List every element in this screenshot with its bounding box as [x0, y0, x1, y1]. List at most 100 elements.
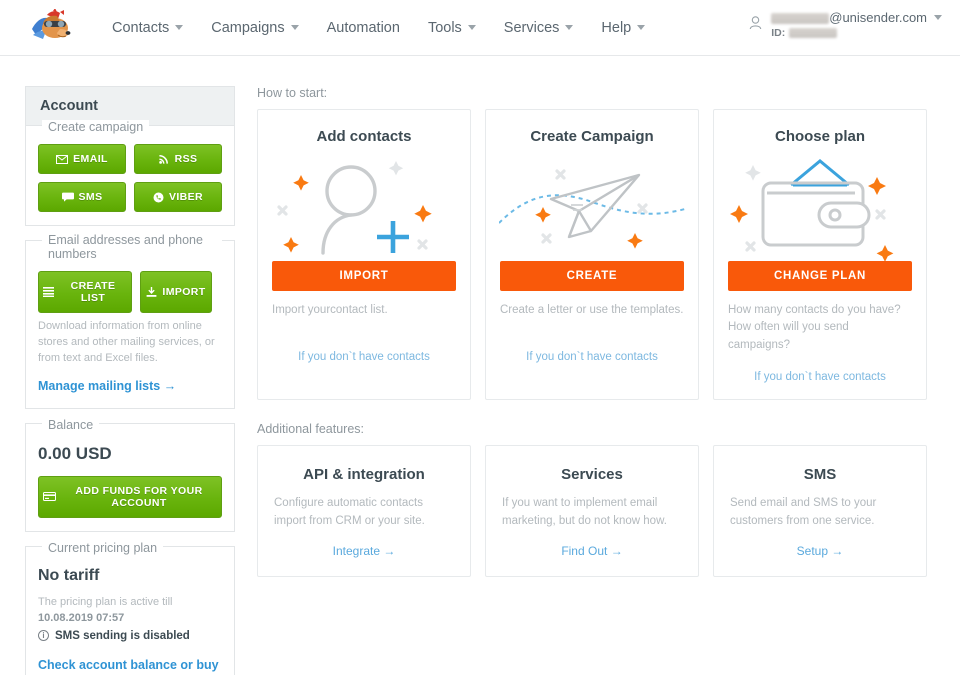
add-funds-label: ADD FUNDS FOR YOUR ACCOUNT [75, 484, 203, 509]
nav-item-automation[interactable]: Automation [313, 14, 414, 42]
card-sms-link-label: Setup [796, 544, 828, 559]
account-email-masked: pabulipch [771, 13, 830, 25]
account-id: ID: 5082405 [771, 27, 942, 39]
chat-bubble-icon [61, 192, 74, 202]
contacts-section: Email addresses and phone numbers CREATE… [25, 233, 235, 409]
card-choose-plan-title: Choose plan [774, 128, 865, 145]
contacts-legend: Email addresses and phone numbers [42, 233, 222, 261]
additional-features-label: Additional features: [257, 421, 365, 436]
arrow-right-icon: → [383, 544, 396, 559]
check-balance-label: Check account balance or buy credit [38, 657, 219, 672]
create-viber-campaign-label: VIBER [168, 191, 204, 203]
viber-icon [153, 192, 164, 203]
how-to-start-label: How to start: [257, 86, 328, 100]
pricing-plan-legend: Current pricing plan [42, 540, 164, 555]
account-email: pabulipch@unisender.com [771, 10, 942, 25]
import-contacts-label: IMPORT [162, 286, 206, 298]
create-email-campaign-button[interactable]: EMAIL [38, 144, 126, 174]
card-choose-plan-description: How many contacts do you have? How often… [728, 304, 901, 351]
card-create-campaign-link[interactable]: If you don`t have contacts [526, 351, 658, 363]
nav-item-campaigns[interactable]: Campaigns [197, 14, 312, 42]
card-create-campaign-title: Create Campaign [530, 128, 654, 145]
pricing-plan-section: Current pricing plan No tariff The prici… [25, 540, 235, 675]
nav-label-automation: Automation [326, 19, 400, 36]
account-menu[interactable]: pabulipch@unisender.com ID: 5082405 [749, 10, 942, 39]
campaign-button-row-2: SMS VIBER [38, 182, 222, 212]
card-sms-description: Send email and SMS to your customers fro… [730, 496, 877, 527]
chevron-down-icon [565, 25, 574, 30]
change-plan-cta-button[interactable]: CHANGE PLAN [728, 261, 912, 291]
nav-label-contacts: Contacts [112, 19, 170, 36]
chevron-down-icon [290, 25, 299, 30]
import-contacts-button[interactable]: IMPORT [140, 271, 212, 313]
pricing-plan-name: No tariff [38, 566, 100, 584]
sidebar: Account Create campaign EMAIL RSS SMS VI… [25, 86, 235, 675]
card-api-integration-description: Configure automatic contacts import from… [274, 496, 425, 527]
card-api-integration-link[interactable]: Integrate → [333, 544, 396, 558]
account-id-masked: 5082405 [789, 28, 838, 38]
wallet-illustration [727, 149, 913, 261]
create-email-campaign-label: EMAIL [73, 153, 108, 165]
manage-mailing-lists-label: Manage mailing lists [38, 378, 161, 393]
credit-card-icon [43, 492, 56, 502]
create-list-button[interactable]: CREATE LIST [38, 271, 132, 313]
arrow-right-icon: → [163, 378, 177, 393]
start-cards-row: Add contacts IMPORT Import yourcontact l… [257, 109, 927, 400]
paper-plane-illustration [499, 149, 685, 261]
campaign-button-row-1: EMAIL RSS [38, 144, 222, 174]
contacts-help-text: Download information from online stores … [38, 320, 215, 364]
chevron-down-icon [175, 25, 184, 30]
create-rss-campaign-label: RSS [174, 153, 198, 165]
chevron-down-icon [637, 25, 646, 30]
balance-amount: 0.00 USD [38, 443, 112, 463]
pricing-plan-note-prefix: The pricing plan is active till [38, 595, 173, 608]
card-services-link[interactable]: Find Out → [561, 544, 622, 558]
card-choose-plan-link[interactable]: If you don`t have contacts [754, 371, 886, 383]
nav-item-contacts[interactable]: Contacts [98, 14, 197, 42]
rss-icon [158, 154, 170, 164]
page-body: Account Create campaign EMAIL RSS SMS VI… [0, 56, 960, 675]
account-id-label: ID: [771, 27, 786, 39]
main-content: How to start: Add contacts IMPORT Import… [257, 86, 927, 675]
sms-disabled-warning: i SMS sending is disabled [38, 630, 222, 642]
nav-label-help: Help [601, 19, 632, 36]
import-contacts-cta-button[interactable]: IMPORT [272, 261, 456, 291]
nav-item-tools[interactable]: Tools [414, 14, 490, 42]
add-funds-button[interactable]: ADD FUNDS FOR YOUR ACCOUNT [38, 475, 222, 518]
card-create-campaign: Create Campaign CREATE Create a letter o… [485, 109, 699, 400]
main-nav: Contacts Campaigns Automation Tools Serv… [98, 14, 659, 42]
card-add-contacts: Add contacts IMPORT Import yourcontact l… [257, 109, 471, 400]
person-icon [749, 16, 762, 30]
list-icon [43, 287, 54, 297]
unisender-dog-logo[interactable] [30, 8, 72, 47]
create-rss-campaign-button[interactable]: RSS [134, 144, 222, 174]
chevron-down-icon [467, 25, 476, 30]
card-sms-link[interactable]: Setup → [797, 544, 844, 558]
pricing-plan-note-date: 10.08.2019 07:57 [38, 612, 125, 625]
arrow-right-icon: → [610, 544, 623, 559]
create-campaign-cta-button[interactable]: CREATE [500, 261, 684, 291]
card-add-contacts-link[interactable]: If you don`t have contacts [298, 351, 430, 363]
nav-item-help[interactable]: Help [587, 14, 659, 42]
create-campaign-section: Create campaign EMAIL RSS SMS VIBER [25, 120, 235, 226]
card-sms: SMS Send email and SMS to your customers… [713, 444, 927, 578]
create-campaign-legend: Create campaign [42, 120, 150, 134]
card-services-description: If you want to implement email marketing… [502, 496, 667, 527]
manage-mailing-lists-link[interactable]: Manage mailing lists → [38, 379, 176, 393]
contacts-button-row: CREATE LIST IMPORT [38, 271, 222, 313]
sms-disabled-label: SMS sending is disabled [55, 629, 190, 642]
nav-label-services: Services [503, 19, 560, 36]
nav-item-services[interactable]: Services [490, 14, 588, 42]
chevron-down-icon [934, 15, 942, 20]
check-balance-link[interactable]: Check account balance or buy credit [38, 656, 222, 675]
envelope-icon [56, 154, 69, 164]
check-balance-link-wrap: Check account balance or buy credit → [38, 656, 222, 675]
top-header: Contacts Campaigns Automation Tools Serv… [0, 0, 960, 56]
create-sms-campaign-label: SMS [78, 191, 103, 203]
card-choose-plan: Choose plan CHANGE PLAN How many contact… [713, 109, 927, 400]
create-sms-campaign-button[interactable]: SMS [38, 182, 126, 212]
info-circle-icon: i [38, 630, 49, 642]
balance-legend: Balance [42, 417, 100, 432]
create-viber-campaign-button[interactable]: VIBER [134, 182, 222, 212]
account-email-domain: @unisender.com [829, 10, 927, 25]
